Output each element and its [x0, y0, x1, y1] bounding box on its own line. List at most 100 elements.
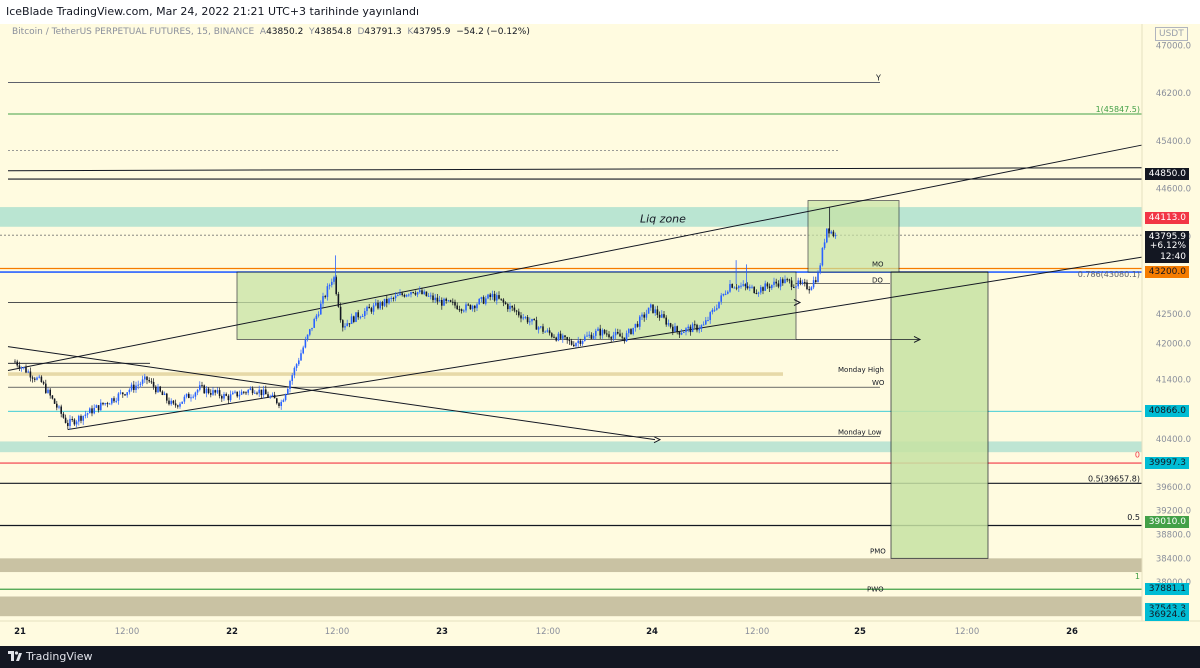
annotation-label: 0	[1135, 451, 1140, 460]
candle-body	[707, 320, 709, 322]
candle-body	[75, 421, 78, 425]
candle-body	[438, 300, 441, 302]
candle-body	[674, 326, 676, 332]
candle-body	[599, 328, 601, 336]
candle-body	[115, 400, 117, 402]
candle-body	[225, 394, 227, 396]
candle-body	[185, 393, 188, 397]
candle-body	[658, 314, 661, 318]
annotation-label: Y	[875, 73, 881, 82]
candle-body	[771, 284, 773, 289]
candle-body	[370, 308, 373, 312]
candle-body	[146, 376, 148, 381]
candle-body	[64, 417, 67, 423]
candle-body	[304, 339, 307, 348]
candle-body	[284, 394, 287, 401]
pwo-zone	[0, 596, 1142, 617]
price-tick-label: 42000.0	[1156, 340, 1191, 350]
candle-body	[56, 403, 58, 408]
candle-body	[474, 305, 476, 309]
candle-body	[355, 312, 357, 322]
candle-body	[535, 320, 538, 330]
candle-body	[350, 316, 353, 324]
candle-body	[595, 330, 597, 336]
candle-body	[152, 381, 155, 387]
candle-body	[216, 390, 219, 393]
candle-body	[337, 294, 340, 307]
candle-body	[104, 403, 106, 405]
candle-body	[661, 314, 663, 318]
candle-body	[199, 385, 201, 390]
candle-body	[636, 323, 639, 327]
candle-body	[702, 324, 705, 326]
candle-body	[678, 331, 681, 335]
candle-body	[69, 418, 71, 427]
time-tick-label: 12:00	[325, 627, 350, 637]
candle-body	[566, 337, 568, 341]
candle-body	[91, 408, 93, 414]
candle-body	[282, 400, 285, 402]
pmo-zone	[0, 558, 1142, 573]
candle-body	[58, 406, 60, 408]
candle-body	[568, 340, 571, 342]
candle-body	[434, 297, 436, 301]
candle-body	[832, 231, 835, 237]
candle-body	[124, 394, 126, 396]
candle-body	[223, 394, 225, 399]
candle-body	[29, 371, 32, 378]
candle-body	[806, 282, 808, 290]
candle-body	[172, 400, 175, 404]
candle-body	[78, 415, 80, 422]
candle-body	[174, 403, 177, 406]
annotation-label: DO	[872, 276, 883, 284]
candle-body	[25, 367, 27, 373]
time-tick-label: 22	[226, 627, 238, 637]
candle-body	[529, 321, 531, 323]
candle-body	[84, 414, 87, 416]
time-tick-label: 12:00	[745, 627, 770, 637]
candle-body	[724, 293, 727, 295]
chart-area[interactable]: Y 1(45847.5) Liq zone MO 0.786(43080.1) DO Mon…	[0, 24, 1200, 646]
candle-body	[383, 298, 386, 306]
candle-body	[328, 285, 331, 287]
candle-body	[122, 392, 124, 395]
candle-body	[394, 295, 397, 299]
currency-badge[interactable]: USDT	[1155, 27, 1188, 41]
candle-body	[133, 384, 135, 390]
candle-body	[410, 292, 412, 295]
candle-body	[317, 314, 320, 316]
candle-body	[447, 300, 450, 302]
candle-body	[463, 310, 465, 312]
candle-body	[267, 394, 269, 398]
candle-body	[240, 391, 243, 395]
candle-body	[346, 323, 348, 327]
candle-body	[834, 235, 837, 237]
candle-body	[306, 334, 309, 340]
candle-body	[210, 393, 212, 395]
candle-body	[478, 298, 480, 305]
candle-body	[295, 364, 298, 368]
candle-body	[507, 304, 509, 310]
candle-body	[815, 280, 817, 283]
candle-body	[273, 394, 276, 399]
candle-body	[711, 309, 714, 313]
candle-body	[577, 340, 579, 344]
candle-body	[460, 309, 463, 311]
change-value: −54.2 (−0.12%)	[456, 27, 530, 37]
candle-body	[443, 298, 445, 306]
candle-body	[518, 311, 520, 316]
candle-body	[205, 388, 208, 394]
candle-body	[788, 279, 791, 281]
high-value: 43854.8	[314, 27, 352, 37]
candle-body	[489, 294, 491, 298]
candle-body	[423, 291, 425, 295]
candle-body	[372, 305, 375, 312]
candle-body	[73, 419, 76, 425]
candle-body	[630, 329, 632, 335]
candle-body	[533, 318, 535, 321]
candle-body	[322, 296, 324, 304]
candle-body	[735, 287, 738, 289]
candle-body	[691, 324, 694, 333]
price-label: 37881.1	[1145, 583, 1189, 596]
price-chart[interactable]: Y 1(45847.5) Liq zone MO 0.786(43080.1) DO Mon…	[0, 24, 1200, 646]
